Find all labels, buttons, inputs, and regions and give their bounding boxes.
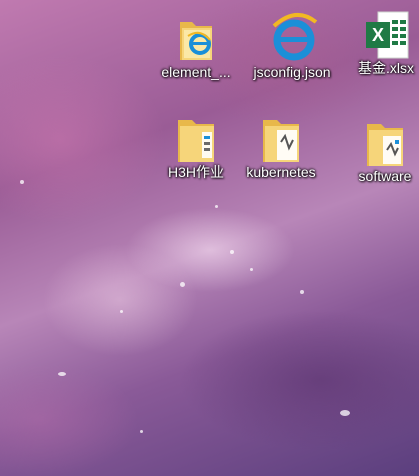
folder-icon (361, 116, 409, 166)
desktop-icon-h3h[interactable]: H3H作业 (151, 112, 241, 180)
folder-icon (172, 112, 220, 162)
desktop-icon-jsconfig[interactable]: jsconfig.json (247, 12, 337, 80)
svg-text:X: X (372, 25, 384, 45)
desktop-icon-element[interactable]: element_... (151, 12, 241, 80)
ie-file-icon (268, 12, 318, 61)
desktop-icon-label: H3H作业 (167, 164, 224, 180)
desktop-icon-kubernetes[interactable]: kubernetes (236, 112, 326, 180)
desktop-icon-label: kubernetes (246, 164, 316, 180)
desktop-icon-excel[interactable]: X 基金.xlsx (341, 8, 419, 76)
desktop-icon-label: element_... (161, 64, 231, 80)
desktop-icon-label: jsconfig.json (253, 64, 331, 80)
desktop-icon-label: software (358, 168, 412, 184)
ie-folder-icon (172, 12, 220, 60)
desktop-icon-software[interactable]: software (340, 116, 419, 184)
folder-icon (257, 112, 305, 162)
desktop-icon-label: 基金.xlsx (358, 60, 414, 76)
excel-icon: X (362, 8, 410, 59)
